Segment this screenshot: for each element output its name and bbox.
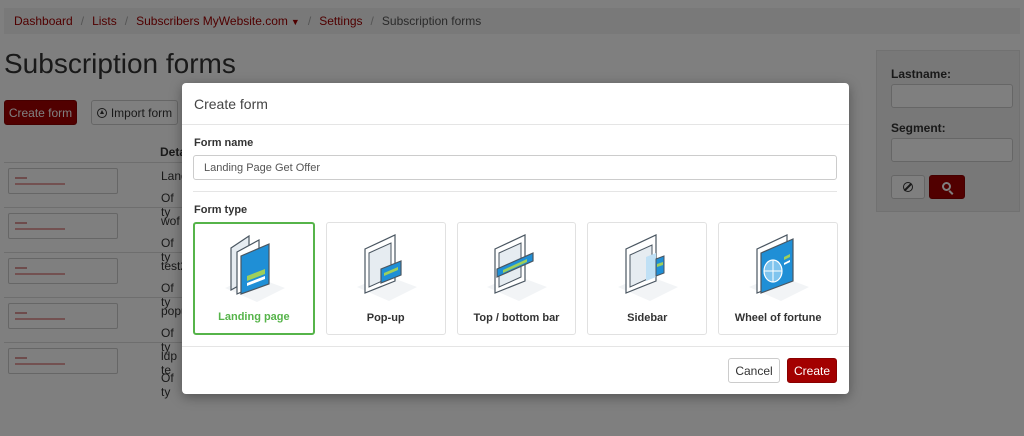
form-type-options: Landing page Pop-up Top / bottom bar Sid…: [193, 222, 838, 335]
form-type-landing-page[interactable]: Landing page: [193, 222, 315, 335]
form-type-label: Pop-up: [366, 312, 405, 324]
wheel-of-fortune-icon: [749, 234, 810, 301]
top-bottom-bar-icon: [487, 234, 548, 301]
modal-header: Create form: [182, 83, 849, 125]
sidebar-icon: [618, 234, 679, 301]
form-name-label: Form name: [194, 137, 254, 149]
landing-page-icon: [224, 234, 285, 302]
form-type-sidebar[interactable]: Sidebar: [587, 222, 708, 335]
form-name-input[interactable]: [193, 155, 837, 180]
divider: [193, 191, 837, 192]
form-type-label: Form type: [194, 204, 248, 216]
form-type-label: Top / bottom bar: [473, 312, 560, 324]
form-type-label: Sidebar: [627, 312, 668, 324]
form-type-label: Landing page: [218, 311, 290, 323]
create-button[interactable]: Create: [787, 358, 837, 383]
modal-title: Create form: [194, 95, 268, 112]
popup-icon: [356, 234, 417, 301]
form-type-popup[interactable]: Pop-up: [325, 222, 446, 335]
form-type-label: Wheel of fortune: [734, 312, 822, 324]
form-type-top-bottom-bar[interactable]: Top / bottom bar: [456, 222, 577, 335]
form-type-wheel-of-fortune[interactable]: Wheel of fortune: [718, 222, 838, 335]
cancel-button[interactable]: Cancel: [728, 358, 780, 383]
modal-footer: Cancel Create: [182, 346, 849, 394]
create-form-modal: Create form Form name Form type Landing …: [182, 83, 849, 394]
